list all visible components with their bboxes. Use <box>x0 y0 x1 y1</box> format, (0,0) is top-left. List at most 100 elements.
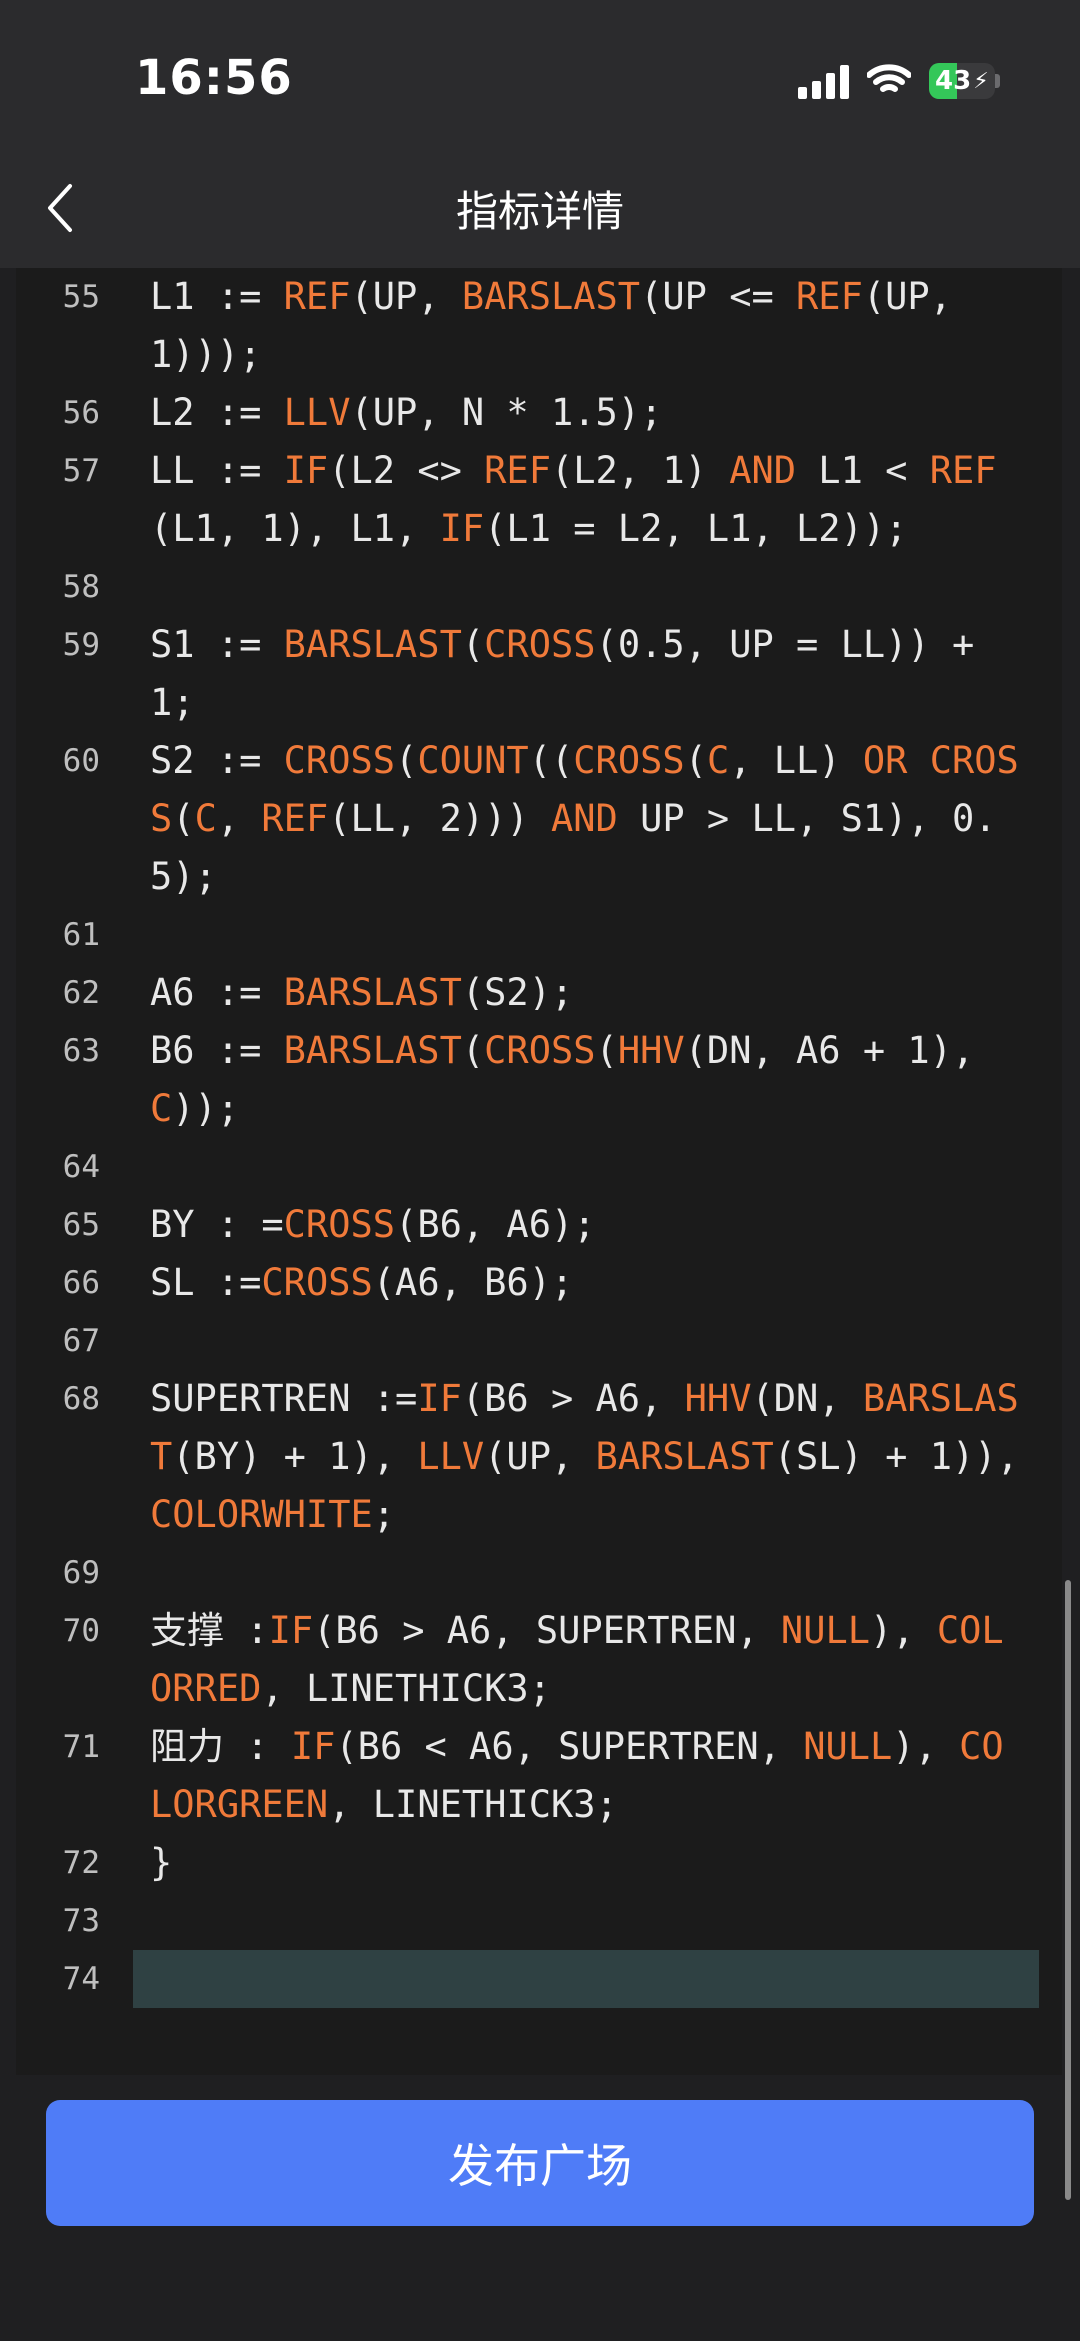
line-number: 64 <box>62 1149 100 1185</box>
code-keyword: C <box>150 1087 173 1130</box>
code-line[interactable]: 68 SUPERTREN :=IF(B6 > A6, HHV(DN, BARSLA… <box>16 1370 1062 1544</box>
code-editor[interactable]: 55 L1 := REF(UP, BARSLAST(UP <= REF(UP, 1… <box>16 268 1062 2075</box>
line-number: 66 <box>62 1265 100 1301</box>
code-keyword: CROSS <box>484 623 596 666</box>
code-text: B6 := <box>150 1029 284 1072</box>
code-line[interactable]: 72} <box>16 1834 1062 1892</box>
code-text: (SL) + 1)), <box>773 1435 1042 1478</box>
code-text: (( <box>528 739 574 782</box>
scrollbar[interactable] <box>1065 1580 1071 2200</box>
code-line[interactable]: 65 BY : =CROSS(B6, A6); <box>16 1196 1062 1254</box>
code-keyword: BARSLAST <box>283 971 462 1014</box>
line-number: 70 <box>62 1613 100 1649</box>
code-keyword: CROSS <box>283 1203 396 1246</box>
line-number: 67 <box>62 1323 100 1359</box>
code-keyword: NULL <box>780 1609 871 1652</box>
line-code: ​ <box>133 1950 1039 2008</box>
code-line[interactable]: 60 S2 := CROSS(COUNT((CROSS(C, LL) OR CRO… <box>16 732 1062 906</box>
code-line[interactable]: 71 阻力 : IF(B6 < A6, SUPERTREN, NULL), COL… <box>16 1718 1062 1834</box>
code-line[interactable]: 61 ​ <box>16 906 1062 964</box>
code-keyword: AND <box>551 797 618 840</box>
line-code: ​ <box>150 1138 1020 1196</box>
code-keyword: HHV <box>617 1029 685 1072</box>
line-number: 58 <box>62 569 100 605</box>
code-line[interactable]: 67 ​ <box>16 1312 1062 1370</box>
code-keyword: C <box>706 739 730 782</box>
code-keyword: BARSLAST <box>595 1435 774 1478</box>
code-text: (L1 = L2, L1, L2)); <box>484 507 908 550</box>
code-line[interactable]: 64 ​ <box>16 1138 1062 1196</box>
code-keyword: REF <box>283 275 351 318</box>
line-code: SL :=CROSS(A6, B6); <box>150 1254 1020 1312</box>
code-text: (DN, <box>751 1377 863 1420</box>
code-keyword: REF <box>261 797 329 840</box>
code-text: , <box>216 797 262 840</box>
line-code: 支撑 :IF(B6 > A6, SUPERTREN, NULL), COLORR… <box>150 1602 1020 1718</box>
code-text: 阻力 : <box>150 1725 291 1768</box>
charging-bolt-icon: ⚡ <box>973 68 989 94</box>
line-number: 56 <box>62 395 100 431</box>
top-bar: 16:56 43 ⚡ 指标详情 <box>0 0 1080 268</box>
line-code: L2 := LLV(UP, N * 1.5); <box>150 384 1020 442</box>
code-text: )); <box>172 1087 240 1130</box>
code-text: S2 := <box>150 739 284 782</box>
code-lines: 55 L1 := REF(UP, BARSLAST(UP <= REF(UP, 1… <box>16 268 1062 2008</box>
code-keyword: IF <box>268 1609 314 1652</box>
code-keyword: COLORWHITE <box>150 1493 373 1536</box>
code-text: ( <box>172 797 195 840</box>
code-keyword: BARSLAST <box>283 623 462 666</box>
code-text: (S2); <box>461 971 574 1014</box>
page-title: 指标详情 <box>455 187 624 236</box>
line-code: ​ <box>150 558 1020 616</box>
code-text: (LL, 2))) <box>328 797 551 840</box>
code-line[interactable]: 73 ​ <box>16 1892 1062 1950</box>
battery-level: 43 <box>935 66 972 96</box>
code-line[interactable]: 70 支撑 :IF(B6 > A6, SUPERTREN, NULL), COLO… <box>16 1602 1062 1718</box>
code-text: , LINETHICK3; <box>261 1667 551 1710</box>
publish-button[interactable]: 发布广场 <box>46 2100 1034 2226</box>
code-text: L2 := <box>150 391 284 434</box>
code-keyword: CROSS <box>484 1029 596 1072</box>
code-text: (UP, <box>350 275 462 318</box>
line-number: 73 <box>62 1903 100 1939</box>
code-keyword: NULL <box>803 1725 893 1768</box>
code-text: (DN, A6 + 1), <box>684 1029 997 1072</box>
code-keyword: AND <box>729 449 797 492</box>
code-line[interactable]: 58 ​ <box>16 558 1062 616</box>
code-keyword: OR <box>862 739 908 782</box>
line-number: 72 <box>62 1845 100 1881</box>
code-line[interactable]: 66 SL :=CROSS(A6, B6); <box>16 1254 1062 1312</box>
wifi-icon <box>867 64 911 98</box>
code-keyword: C <box>194 797 217 840</box>
code-keyword: BARSLAST <box>283 1029 462 1072</box>
code-line[interactable]: 69 ​ <box>16 1544 1062 1602</box>
code-keyword: IF <box>290 1725 336 1768</box>
code-text: (L1, 1), L1, <box>150 507 440 550</box>
code-line[interactable]: 56 L2 := LLV(UP, N * 1.5); <box>16 384 1062 442</box>
code-keyword: REF <box>929 449 997 492</box>
code-text: S1 := <box>150 623 284 666</box>
code-line[interactable]: 57 LL := IF(L2 <> REF(L2, 1) AND L1 < REF… <box>16 442 1062 558</box>
line-code: ​ <box>150 906 1020 964</box>
code-text: (L2 <> <box>328 449 485 492</box>
line-number: 69 <box>62 1555 100 1591</box>
line-number: 65 <box>62 1207 100 1243</box>
code-keyword: IF <box>283 449 329 492</box>
code-text: ), <box>870 1609 937 1652</box>
status-icons: 43 ⚡ <box>798 58 1000 104</box>
code-text: 支撑 : <box>150 1609 269 1652</box>
battery-icon: 43 ⚡ <box>929 63 995 99</box>
code-line[interactable]: 62 A6 := BARSLAST(S2); <box>16 964 1062 1022</box>
code-line[interactable]: 63 B6 := BARSLAST(CROSS(HHV(DN, A6 + 1), … <box>16 1022 1062 1138</box>
line-number: 63 <box>62 1033 100 1069</box>
code-text: (BY) + 1), <box>172 1435 418 1478</box>
code-line[interactable]: 59 S1 := BARSLAST(CROSS(0.5, UP = LL)) + … <box>16 616 1062 732</box>
line-code: ​ <box>150 1892 1020 1950</box>
line-number: 71 <box>62 1729 100 1765</box>
code-line[interactable]: 55 L1 := REF(UP, BARSLAST(UP <= REF(UP, 1… <box>16 268 1062 384</box>
code-keyword: HHV <box>684 1377 752 1420</box>
signal-icon <box>798 63 849 99</box>
code-text: A6 := <box>150 971 284 1014</box>
code-line[interactable]: 74 ​ <box>16 1950 1062 2008</box>
